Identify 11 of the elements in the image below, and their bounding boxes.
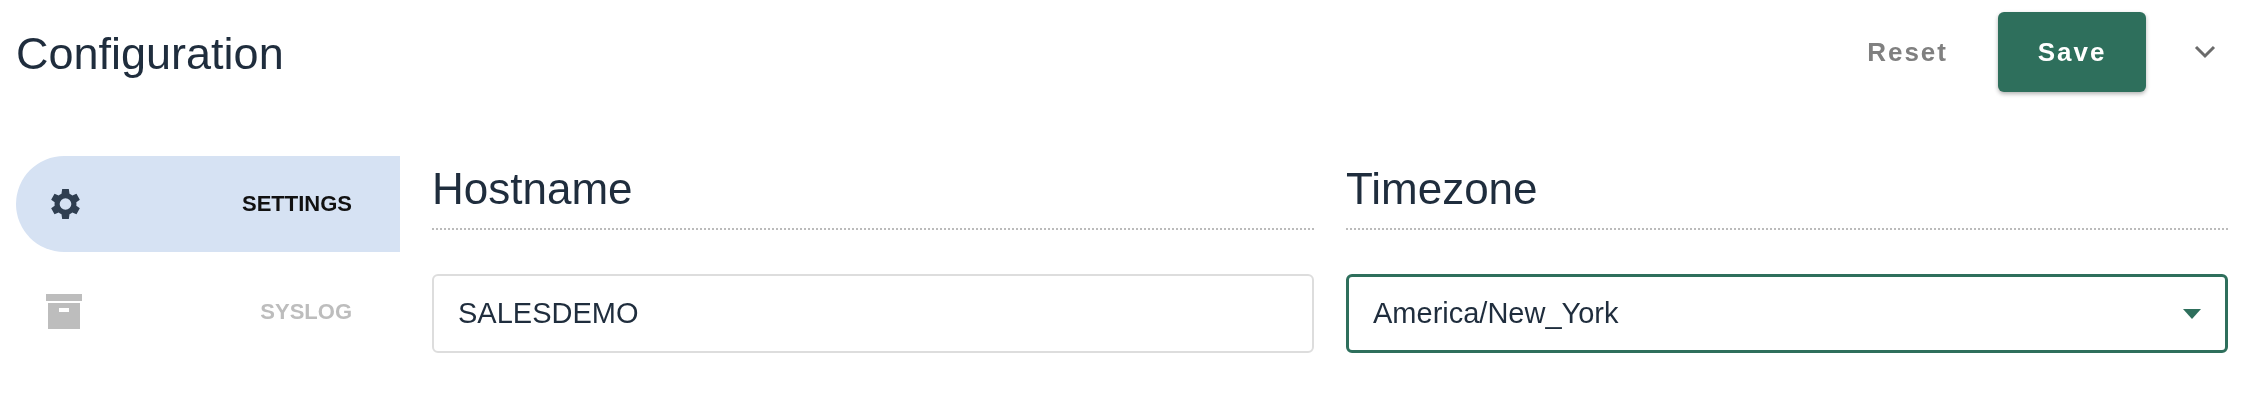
timezone-dropdown[interactable]: America/New_York bbox=[1346, 274, 2228, 353]
save-button[interactable]: Save bbox=[1998, 12, 2146, 92]
page-title: Configuration bbox=[16, 27, 284, 80]
caret-icon bbox=[2183, 308, 2201, 319]
chevron-down-icon[interactable] bbox=[2194, 45, 2216, 59]
field-label: Hostname bbox=[432, 156, 1314, 230]
archive-icon bbox=[44, 292, 84, 332]
reset-button[interactable]: Reset bbox=[1857, 26, 1958, 78]
field-label: Timezone bbox=[1346, 156, 2228, 230]
sidebar-item[interactable]: SETTINGS bbox=[16, 156, 400, 252]
hostname-field[interactable]: SALESDEMO bbox=[432, 274, 1314, 353]
